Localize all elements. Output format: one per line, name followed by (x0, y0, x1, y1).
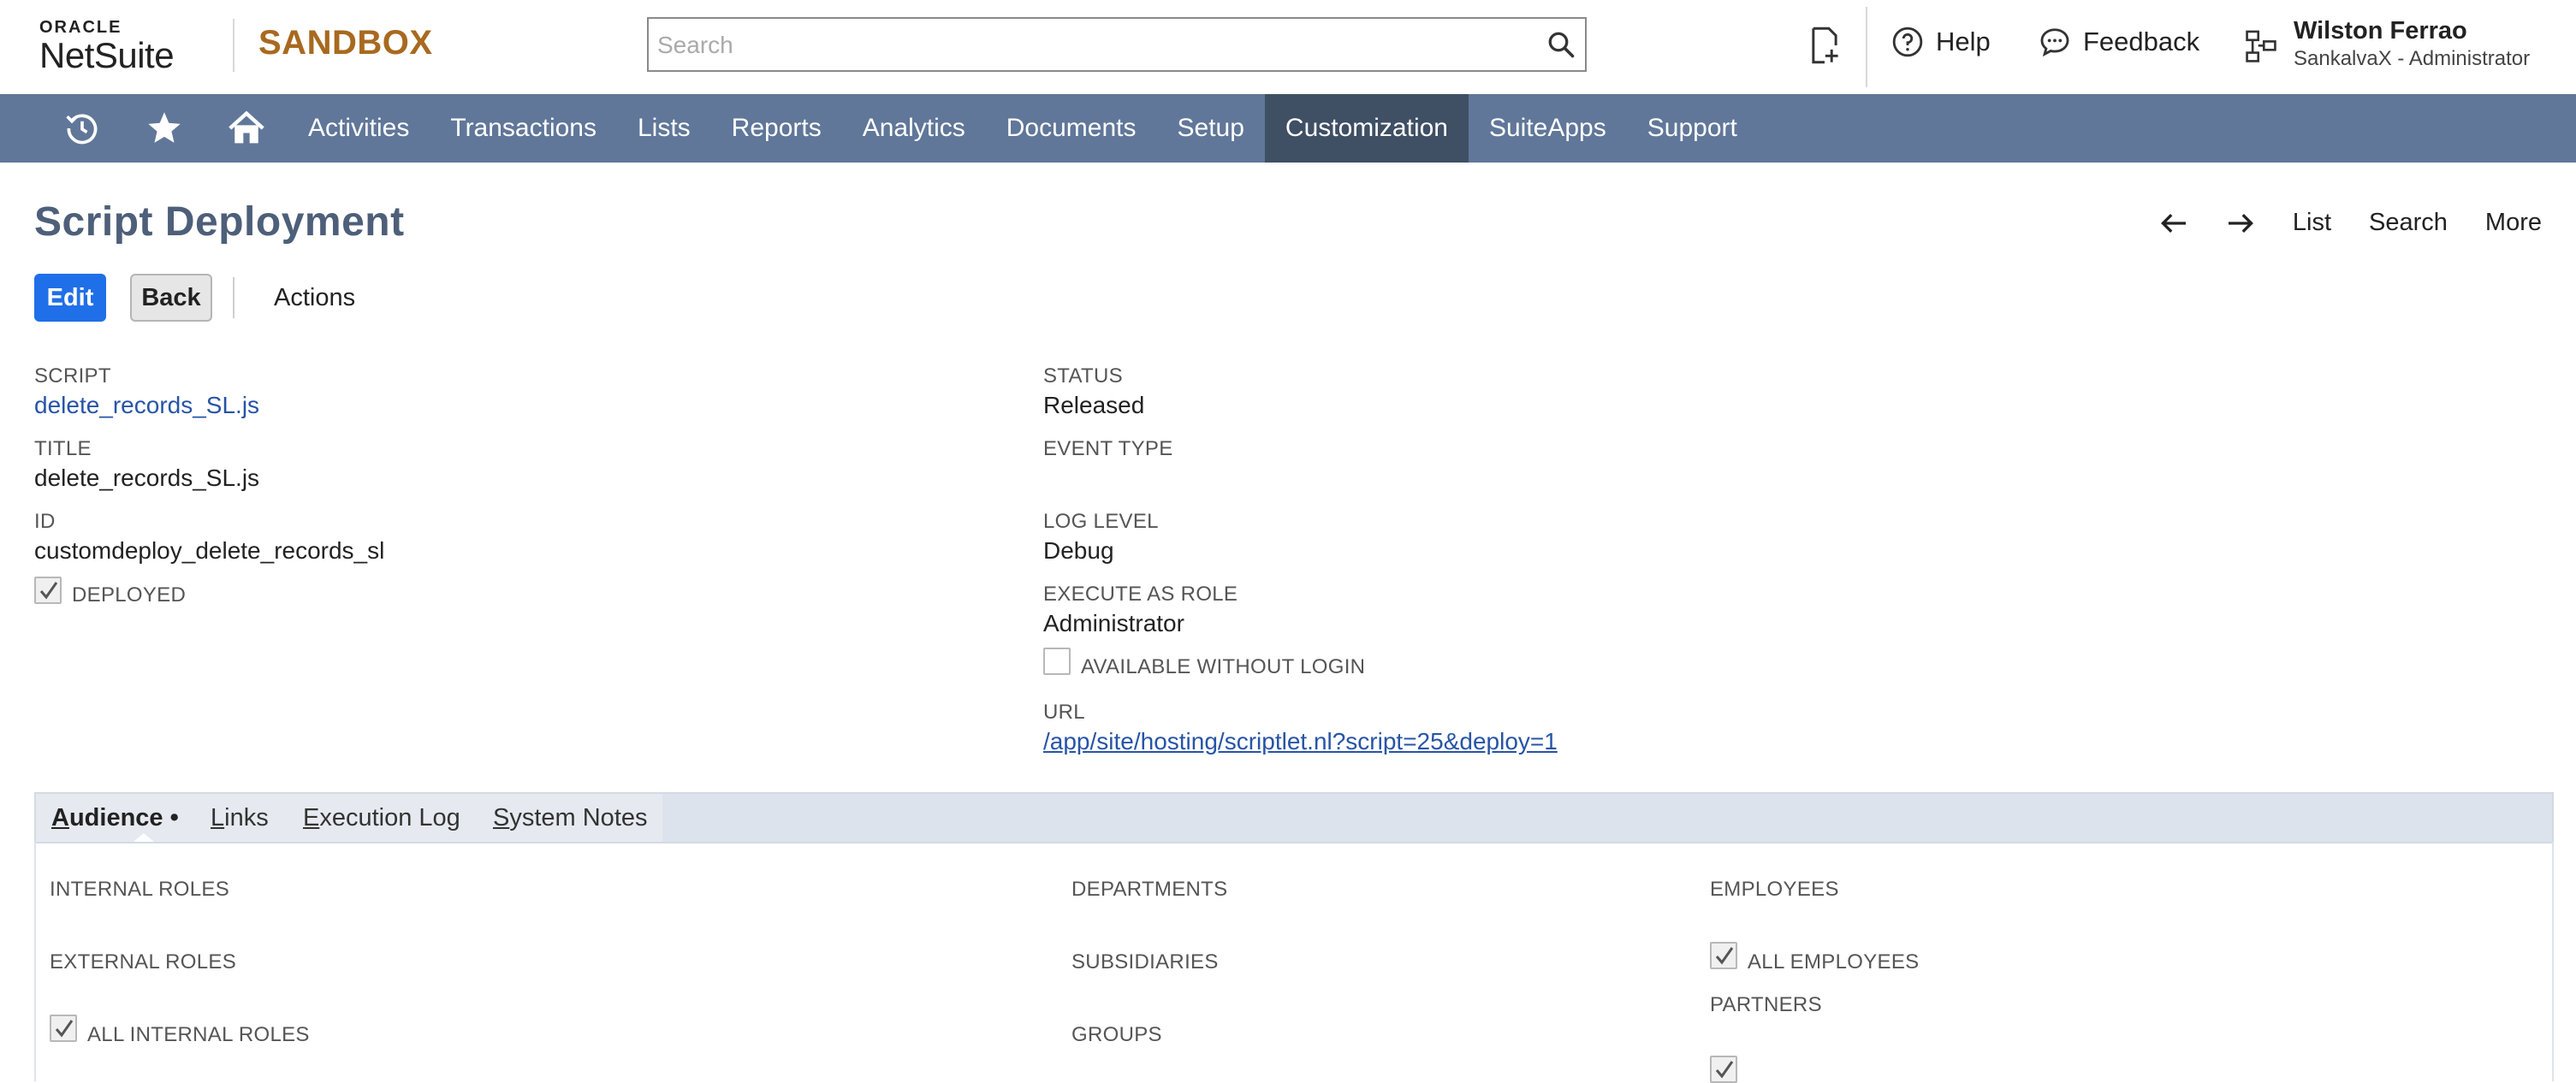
star-icon (148, 112, 181, 143)
feedback-icon (2040, 28, 2069, 57)
script-label: SCRIPT (34, 364, 111, 388)
help-icon (1892, 27, 1923, 57)
help-link[interactable]: Help (1891, 26, 1991, 58)
log-level-label: LOG LEVEL (1043, 510, 1159, 533)
recent-records-icon[interactable] (1807, 26, 1842, 65)
log-level-value: Debug (1043, 537, 1114, 564)
role-switch-icon (2246, 30, 2276, 62)
nav-setup[interactable]: Setup (1157, 94, 1265, 163)
search-input[interactable] (656, 26, 1515, 65)
employees-label: EMPLOYEES (1710, 878, 1839, 901)
button-separator (233, 277, 234, 318)
tab-audience[interactable]: Audience • (51, 804, 179, 832)
nav-activities[interactable]: Activities (288, 94, 430, 163)
title-label: TITLE (34, 437, 92, 460)
id-label: ID (34, 510, 56, 533)
active-tab-indicator (134, 833, 154, 842)
status-label: STATUS (1043, 364, 1123, 388)
main-nav: Activities Transactions Lists Reports An… (0, 94, 2576, 163)
nav-reports[interactable]: Reports (711, 94, 842, 163)
global-header: ORACLE NetSuite SANDBOX Help Feedback (0, 0, 2576, 94)
next-record-arrow-icon[interactable] (2226, 211, 2255, 235)
tab-system-notes[interactable]: System Notes (493, 804, 648, 832)
nav-lists[interactable]: Lists (617, 94, 711, 163)
all-partners-checkbox (1710, 1056, 1737, 1083)
global-search[interactable] (647, 17, 1587, 72)
nav-transactions[interactable]: Transactions (430, 94, 617, 163)
action-buttons: Edit Back Actions (34, 274, 355, 322)
nav-home[interactable] (205, 94, 288, 163)
logo-oracle-text: ORACLE (39, 18, 122, 37)
previous-record-arrow-icon[interactable] (2159, 211, 2188, 235)
nav-customization[interactable]: Customization (1264, 94, 1469, 163)
script-link[interactable]: delete_records_SL.js (34, 392, 259, 419)
environment-badge: SANDBOX (258, 24, 433, 62)
tab-links[interactable]: Links (211, 804, 269, 832)
url-link[interactable]: /app/site/hosting/scriptlet.nl?script=25… (1043, 728, 1558, 755)
subsidiaries-label: SUBSIDIARIES (1071, 950, 1219, 974)
more-link[interactable]: More (2485, 209, 2542, 237)
execute-as-role-value: Administrator (1043, 610, 1184, 636)
all-employees-checkbox (1710, 942, 1737, 969)
nav-support[interactable]: Support (1627, 94, 1758, 163)
user-role: SankalvaX - Administrator (2294, 47, 2531, 70)
actions-menu[interactable]: Actions (274, 284, 355, 312)
logo-divider (233, 19, 234, 72)
nav-suiteapps[interactable]: SuiteApps (1469, 94, 1627, 163)
available-without-login-checkbox (1043, 648, 1071, 675)
all-employees-label: ALL EMPLOYEES (1748, 950, 1920, 974)
deployed-label: DEPLOYED (72, 583, 187, 607)
edit-button[interactable]: Edit (34, 274, 106, 322)
internal-roles-label: INTERNAL ROLES (50, 878, 230, 901)
title-value: delete_records_SL.js (34, 465, 260, 491)
checkmark-icon (1715, 947, 1734, 965)
external-roles-label: EXTERNAL ROLES (50, 950, 237, 974)
event-type-label: EVENT TYPE (1043, 437, 1173, 460)
search-icon[interactable] (1546, 29, 1576, 60)
available-without-login-label: AVAILABLE WITHOUT LOGIN (1081, 655, 1366, 678)
id-value: customdeploy_delete_records_sl (34, 537, 385, 564)
feedback-label: Feedback (2083, 27, 2200, 56)
status-value: Released (1043, 392, 1145, 418)
back-button[interactable]: Back (130, 274, 212, 322)
list-link[interactable]: List (2293, 209, 2331, 237)
checkmark-icon (55, 1020, 74, 1038)
search-link[interactable]: Search (2369, 209, 2448, 237)
deployed-checkbox (34, 577, 62, 604)
user-menu[interactable]: Wilston Ferrao SankalvaX - Administrator (2244, 15, 2530, 72)
nav-analytics[interactable]: Analytics (842, 94, 986, 163)
url-label: URL (1043, 701, 1085, 724)
help-label: Help (1936, 27, 1991, 56)
nav-documents[interactable]: Documents (986, 94, 1157, 163)
execute-as-role-label: EXECUTE AS ROLE (1043, 583, 1238, 606)
nav-recent[interactable] (41, 94, 123, 163)
user-name: Wilston Ferrao (2294, 17, 2467, 44)
netsuite-logo[interactable]: ORACLE NetSuite (39, 18, 175, 75)
recent-history-icon (66, 114, 98, 145)
header-separator (1866, 7, 1867, 87)
audience-panel (34, 842, 2554, 1081)
home-icon (229, 110, 264, 144)
checkmark-icon (39, 582, 58, 600)
feedback-link[interactable]: Feedback (2039, 26, 2199, 58)
all-internal-roles-label: ALL INTERNAL ROLES (87, 1023, 310, 1046)
page-title: Script Deployment (34, 199, 405, 245)
tab-execution-log[interactable]: Execution Log (303, 804, 460, 832)
checkmark-icon (1715, 1061, 1734, 1079)
record-tools: List Search More (2159, 209, 2542, 237)
subtab-bar: Audience • Links Execution Log System No… (34, 792, 2554, 843)
departments-label: DEPARTMENTS (1071, 878, 1228, 901)
groups-label: GROUPS (1071, 1023, 1162, 1046)
nav-favorites[interactable] (123, 94, 205, 163)
logo-netsuite-text: NetSuite (39, 35, 175, 75)
partners-label: PARTNERS (1710, 993, 1822, 1016)
all-internal-roles-checkbox (50, 1015, 77, 1042)
